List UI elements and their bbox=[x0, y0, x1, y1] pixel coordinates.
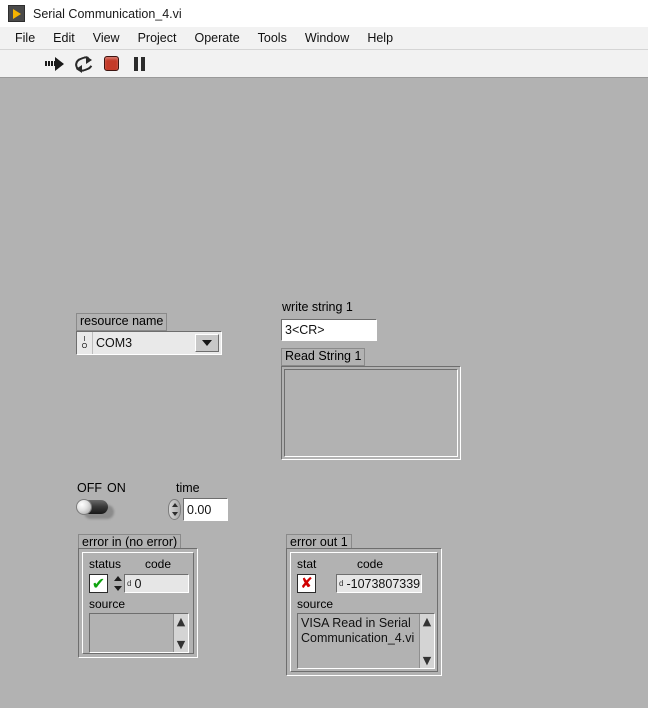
chevron-up-icon[interactable] bbox=[171, 502, 178, 507]
visa-io-icon: I O bbox=[77, 332, 93, 354]
title-bar: Serial Communication_4.vi bbox=[0, 0, 648, 28]
labview-front-panel-window: Serial Communication_4.vi File Edit View… bbox=[0, 0, 648, 708]
read-string-label: Read String 1 bbox=[281, 348, 366, 366]
error-out-code-label: code bbox=[357, 557, 384, 571]
visa-io-glyph-top: I bbox=[83, 336, 86, 343]
stop-octagon-icon bbox=[103, 56, 119, 71]
read-string-value bbox=[284, 369, 458, 457]
error-in-status-indicator[interactable]: ✔ bbox=[89, 574, 108, 593]
numeric-base-glyph: d bbox=[127, 579, 132, 588]
write-string-input[interactable]: 3<CR> bbox=[281, 319, 377, 341]
time-increment-decrement[interactable] bbox=[168, 499, 181, 520]
write-string-label: write string 1 bbox=[282, 300, 353, 314]
error-in-cluster: status code ✔ d 0 source ▲ ▼ bbox=[78, 548, 198, 658]
chevron-down-icon[interactable]: ▼ bbox=[177, 639, 185, 650]
run-continuously-button[interactable] bbox=[70, 53, 96, 75]
chevron-down-icon[interactable] bbox=[113, 586, 122, 591]
switch-off-label: OFF bbox=[77, 481, 102, 495]
error-in-code-label: code bbox=[145, 557, 172, 571]
error-out-source-box[interactable]: VISA Read in Serial Communication_4.vi ▲… bbox=[297, 613, 435, 669]
power-toggle-switch[interactable] bbox=[76, 497, 116, 521]
chevron-up-icon[interactable] bbox=[113, 576, 122, 581]
resource-name-combo[interactable]: I O COM3 bbox=[76, 331, 222, 355]
error-out-source-label: source bbox=[297, 597, 334, 611]
switch-on-label: ON bbox=[107, 481, 126, 495]
error-in-source-scrollbar[interactable]: ▲ ▼ bbox=[173, 614, 188, 652]
run-button[interactable] bbox=[42, 53, 68, 75]
error-out-cluster: stat code ✘ d -1073807339 source VISA Re… bbox=[286, 548, 442, 676]
menu-item-project[interactable]: Project bbox=[129, 29, 186, 47]
error-in-status-label: status bbox=[89, 557, 122, 571]
menu-item-file[interactable]: File bbox=[6, 29, 44, 47]
pause-icon bbox=[133, 56, 145, 71]
toggle-knob[interactable] bbox=[76, 499, 92, 515]
resource-name-label: resource name bbox=[76, 313, 168, 331]
menu-item-help[interactable]: Help bbox=[358, 29, 402, 47]
read-string-indicator[interactable] bbox=[281, 366, 461, 460]
resource-name-dropdown-button[interactable] bbox=[195, 334, 219, 352]
window-title: Serial Communication_4.vi bbox=[33, 6, 182, 21]
time-label: time bbox=[176, 481, 200, 495]
time-numeric-control[interactable]: 0.00 bbox=[168, 498, 228, 521]
error-out-status-label: stat bbox=[297, 557, 317, 571]
menu-item-tools[interactable]: Tools bbox=[249, 29, 296, 47]
front-panel-canvas: resource name I O COM3 write string 1 3<… bbox=[0, 78, 648, 708]
red-x-icon: ✘ bbox=[300, 574, 313, 592]
chevron-down-icon[interactable]: ▼ bbox=[423, 655, 431, 666]
chevron-down-icon bbox=[202, 340, 212, 346]
chevron-down-icon[interactable] bbox=[171, 512, 178, 517]
menu-item-window[interactable]: Window bbox=[296, 29, 358, 47]
error-out-source-value: VISA Read in Serial Communication_4.vi bbox=[301, 616, 415, 645]
error-out-code-field: d -1073807339 bbox=[336, 574, 422, 593]
menu-item-edit[interactable]: Edit bbox=[44, 29, 84, 47]
error-in-source-label: source bbox=[89, 597, 126, 611]
abort-execution-button[interactable] bbox=[98, 53, 124, 75]
error-in-code-spinner[interactable] bbox=[113, 575, 122, 592]
error-in-source-value bbox=[90, 614, 173, 652]
error-in-code-value: 0 bbox=[134, 576, 142, 591]
toolbar bbox=[0, 50, 648, 78]
error-in-cluster-inner: status code ✔ d 0 source ▲ ▼ bbox=[82, 552, 194, 654]
error-out-code-value: -1073807339 bbox=[346, 576, 421, 591]
menu-bar: File Edit View Project Operate Tools Win… bbox=[0, 27, 648, 50]
run-arrow-glyph bbox=[12, 8, 21, 19]
error-out-cluster-inner: stat code ✘ d -1073807339 source VISA Re… bbox=[290, 552, 438, 672]
run-continuously-icon bbox=[72, 54, 95, 74]
menu-item-view[interactable]: View bbox=[84, 29, 129, 47]
pause-button[interactable] bbox=[126, 53, 152, 75]
labview-vi-icon bbox=[8, 5, 25, 22]
error-in-code-field[interactable]: d 0 bbox=[124, 574, 189, 593]
numeric-base-glyph: d bbox=[339, 579, 344, 588]
chevron-up-icon[interactable]: ▲ bbox=[423, 616, 431, 627]
time-value-field[interactable]: 0.00 bbox=[183, 498, 228, 521]
run-arrow-icon bbox=[45, 56, 65, 71]
error-out-source-scrollbar[interactable]: ▲ ▼ bbox=[419, 614, 434, 668]
menu-item-operate[interactable]: Operate bbox=[185, 29, 248, 47]
visa-io-glyph-bottom: O bbox=[81, 343, 88, 350]
resource-name-value[interactable]: COM3 bbox=[93, 332, 195, 354]
error-out-status-indicator: ✘ bbox=[297, 574, 316, 593]
chevron-up-icon[interactable]: ▲ bbox=[177, 616, 185, 627]
error-in-source-box[interactable]: ▲ ▼ bbox=[89, 613, 189, 653]
green-check-icon: ✔ bbox=[91, 573, 106, 593]
